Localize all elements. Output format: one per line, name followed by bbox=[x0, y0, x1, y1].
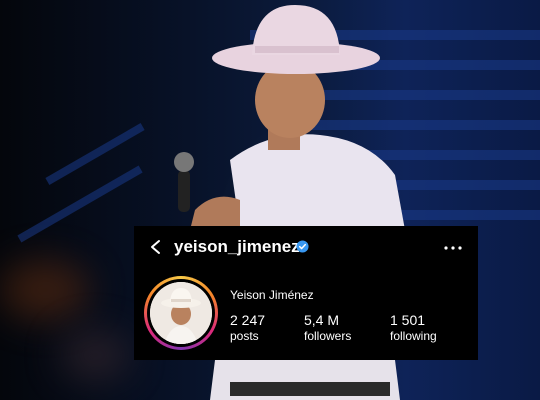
followers-stat[interactable]: 5,4 M followers bbox=[304, 312, 351, 343]
avatar[interactable] bbox=[144, 276, 218, 350]
profile-header-panel: yeison_jimenez Yeison Jiménez 2 247 post… bbox=[134, 226, 478, 360]
username: yeison_jimenez bbox=[174, 237, 300, 256]
full-name: Yeison Jiménez bbox=[230, 288, 314, 302]
following-stat[interactable]: 1 501 following bbox=[390, 312, 437, 343]
following-label: following bbox=[390, 329, 437, 343]
followers-label: followers bbox=[304, 329, 352, 343]
more-horizontal-icon[interactable] bbox=[444, 246, 462, 250]
chevron-left-icon[interactable] bbox=[148, 239, 164, 255]
following-count: 1 501 bbox=[390, 312, 426, 328]
posts-count: 2 247 bbox=[230, 312, 266, 328]
followers-count: 5,4 M bbox=[304, 312, 340, 328]
posts-label: posts bbox=[230, 329, 259, 343]
verified-badge-icon bbox=[296, 240, 309, 253]
profile-photo bbox=[150, 282, 212, 344]
posts-stat[interactable]: 2 247 posts bbox=[230, 312, 265, 343]
